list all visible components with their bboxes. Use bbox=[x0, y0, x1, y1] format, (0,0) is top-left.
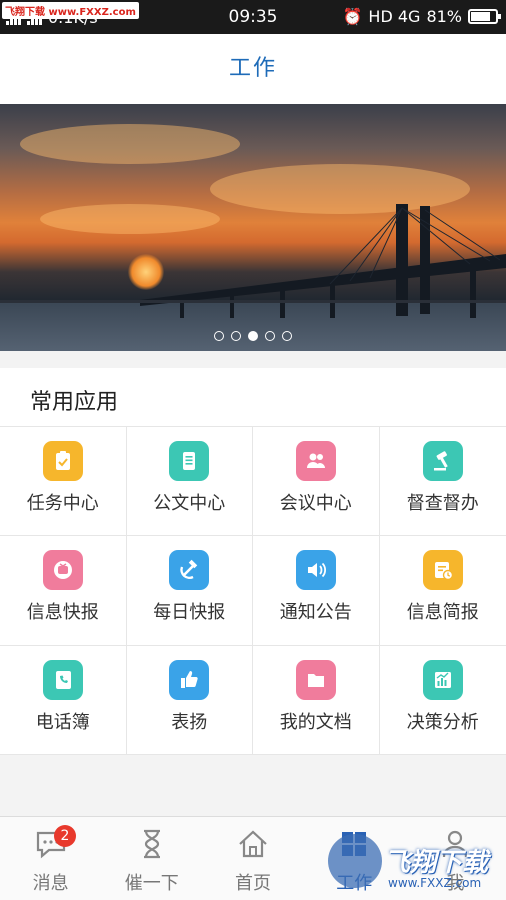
bridge-image bbox=[0, 204, 506, 318]
app-tile-label: 我的文档 bbox=[279, 711, 352, 733]
watermark-url: www.FXXZ.com bbox=[388, 876, 482, 890]
app-tile[interactable]: 会议中心 bbox=[253, 427, 380, 537]
section-title: 常用应用 bbox=[30, 390, 119, 415]
thumbs-up-icon bbox=[169, 659, 210, 700]
page-title: 工作 bbox=[228, 56, 277, 81]
app-tile[interactable]: 信息简报 bbox=[379, 536, 506, 646]
watermark-title: 飞翔下载 bbox=[384, 848, 489, 878]
tab-chat[interactable]: 消息 2 bbox=[0, 817, 101, 900]
app-tile[interactable]: 我的文档 bbox=[253, 645, 380, 755]
people-icon bbox=[295, 441, 336, 481]
tab-label: 首页 bbox=[235, 873, 271, 894]
carousel-indicator[interactable] bbox=[0, 331, 506, 341]
app-tile-label: 每日快报 bbox=[153, 602, 226, 624]
app-tile[interactable]: 表扬 bbox=[126, 645, 253, 755]
app-tile[interactable]: 每日快报 bbox=[126, 536, 253, 646]
document-icon bbox=[169, 441, 210, 481]
speaker-icon bbox=[295, 550, 336, 591]
app-tile[interactable]: 督查督办 bbox=[379, 427, 506, 537]
carousel-dot[interactable] bbox=[282, 331, 292, 341]
battery-percent: 81% bbox=[426, 7, 462, 26]
home-icon bbox=[236, 827, 270, 861]
battery-icon bbox=[468, 9, 501, 24]
folder-icon bbox=[295, 659, 336, 700]
status-right: ⏰ HD 4G 81% bbox=[342, 7, 501, 26]
common-apps-header: 常用应用 bbox=[0, 368, 506, 426]
tab-label: 消息 bbox=[32, 873, 69, 894]
watermark-bottom: 飞翔下载 www.FXXZ.com bbox=[328, 828, 498, 894]
app-tile[interactable]: 信息快报 bbox=[0, 536, 127, 646]
gavel-icon bbox=[422, 441, 463, 481]
app-tile-label: 信息快报 bbox=[26, 602, 99, 624]
carousel-dot[interactable] bbox=[231, 331, 241, 341]
tab-home[interactable]: 首页 bbox=[202, 817, 303, 900]
app-tile-label: 会议中心 bbox=[279, 493, 352, 514]
app-tile[interactable]: 公文中心 bbox=[126, 427, 253, 537]
app-tile-label: 通知公告 bbox=[279, 602, 352, 624]
status-bar: 0.1K/s 飞翔下载 www.FXXZ.com 09:35 ⏰ HD 4G 8… bbox=[0, 0, 506, 34]
phone-book-icon bbox=[42, 659, 83, 700]
app-tile-label: 表扬 bbox=[171, 711, 208, 733]
tab-label: 催一下 bbox=[124, 873, 179, 894]
app-tile-label: 决策分析 bbox=[406, 711, 479, 733]
chart-icon bbox=[422, 659, 463, 700]
app-tile-label: 电话簿 bbox=[35, 711, 90, 733]
app-tile[interactable]: 决策分析 bbox=[379, 646, 506, 755]
hammer-sickle-icon bbox=[169, 550, 210, 591]
app-header: 工作 bbox=[0, 34, 506, 104]
report-clock-icon bbox=[422, 550, 463, 591]
app-tile-label: 督查督办 bbox=[406, 493, 479, 514]
message-badge: 2 bbox=[54, 825, 76, 847]
tv-icon bbox=[42, 550, 83, 591]
watermark-logo-icon bbox=[328, 834, 382, 888]
banner-carousel[interactable] bbox=[0, 104, 506, 351]
carousel-dot[interactable] bbox=[265, 331, 275, 341]
app-tile-label: 任务中心 bbox=[26, 493, 99, 514]
alarm-icon: ⏰ bbox=[342, 7, 363, 26]
tab-hourglass[interactable]: 催一下 bbox=[101, 817, 202, 900]
clipboard-check-icon bbox=[42, 441, 83, 481]
network-type: HD 4G bbox=[368, 7, 421, 26]
app-tile[interactable]: 任务中心 bbox=[0, 427, 127, 537]
app-tile[interactable]: 电话簿 bbox=[0, 645, 127, 755]
app-tile-label: 公文中心 bbox=[153, 493, 226, 514]
app-grid: 任务中心 公文中心 会议中心 督查督办信息快报 每日快报 通知公告 信息简报电话簿 表扬 我的文… bbox=[0, 426, 506, 755]
app-tile-label: 信息简报 bbox=[406, 602, 479, 624]
carousel-dot[interactable] bbox=[214, 331, 224, 341]
carousel-dot[interactable] bbox=[248, 331, 258, 341]
app-tile[interactable]: 通知公告 bbox=[253, 536, 380, 646]
hourglass-icon bbox=[135, 827, 169, 861]
